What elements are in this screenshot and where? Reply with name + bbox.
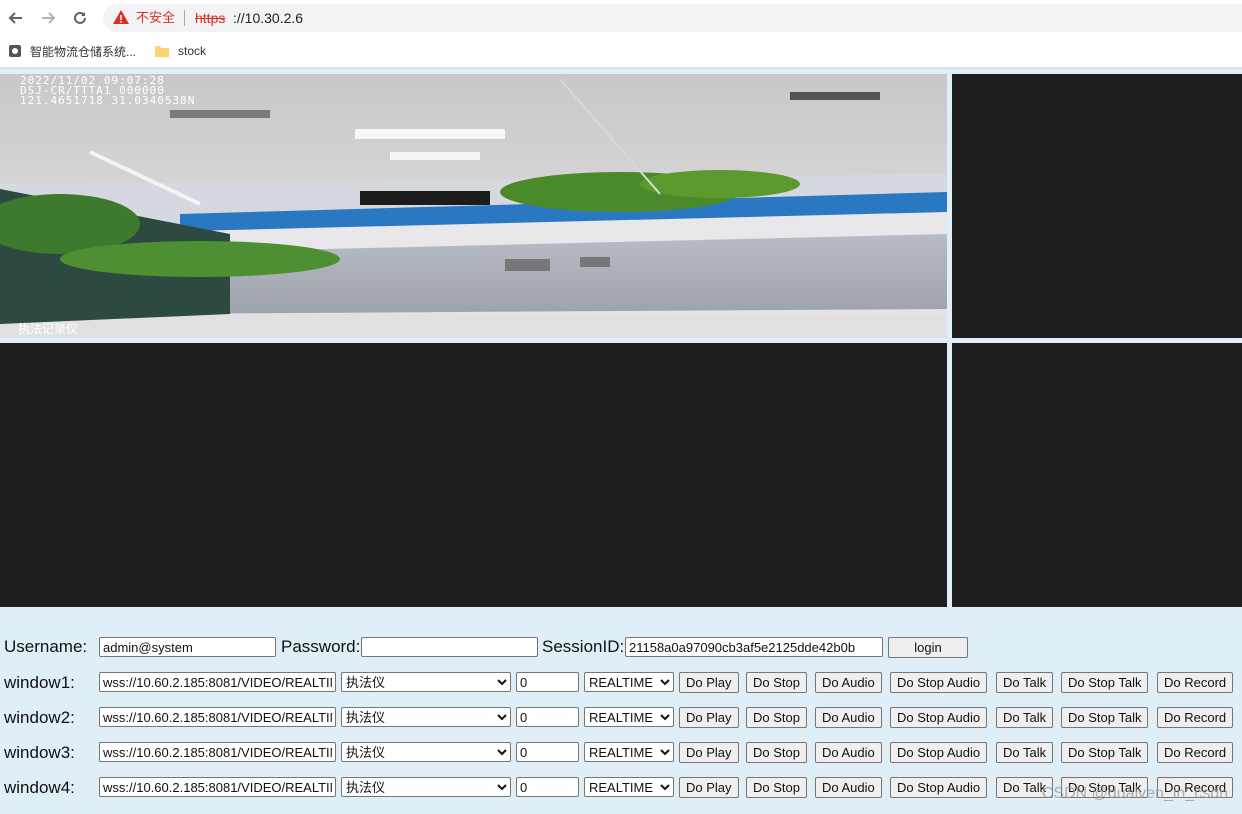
stream-url-input[interactable]	[99, 777, 336, 797]
window-row-label: window1:	[4, 673, 75, 692]
security-status[interactable]: 不安全	[136, 8, 175, 28]
osd-overlay: 2022/11/02 09:07:28 DSJ-CR/TTTA1 000000 …	[20, 75, 196, 107]
do-stop-button[interactable]: Do Stop	[746, 672, 807, 693]
folder-icon	[155, 45, 169, 57]
channel-input[interactable]	[516, 672, 579, 692]
do-stop-button[interactable]: Do Stop	[746, 707, 807, 728]
mode-select[interactable]: REALTIME	[584, 742, 674, 762]
reload-icon[interactable]	[66, 4, 94, 32]
do-play-button[interactable]: Do Play	[679, 707, 739, 728]
do-stop-audio-button[interactable]: Do Stop Audio	[890, 742, 988, 763]
video-frame	[0, 74, 947, 338]
osd-line: 121.4651718 31.0340538N	[20, 94, 196, 107]
channel-input[interactable]	[516, 707, 579, 727]
url-host[interactable]: ://10.30.2.6	[233, 8, 303, 28]
bookmark-folder[interactable]: stock	[155, 40, 206, 62]
window-row-label: window4:	[4, 778, 75, 797]
session-input[interactable]	[625, 637, 883, 657]
login-button[interactable]: login	[888, 637, 968, 658]
do-stop-audio-button[interactable]: Do Stop Audio	[890, 672, 988, 693]
warning-icon[interactable]	[112, 8, 132, 28]
window-row-label: window2:	[4, 708, 75, 727]
bookmark-label: 智能物流仓储系统...	[30, 44, 137, 59]
password-input[interactable]	[361, 637, 538, 657]
device-select[interactable]: 执法仪	[341, 742, 511, 762]
bookmark-item[interactable]: 智能物流仓储系统...	[8, 40, 136, 62]
device-select[interactable]: 执法仪	[341, 707, 511, 727]
do-record-button[interactable]: Do Record	[1157, 672, 1234, 693]
osd-device-label: 执法记录仪	[18, 322, 79, 336]
divider	[184, 10, 185, 26]
device-select[interactable]: 执法仪	[341, 777, 511, 797]
do-talk-button[interactable]: Do Talk	[996, 707, 1054, 728]
device-select[interactable]: 执法仪	[341, 672, 511, 692]
do-play-button[interactable]: Do Play	[679, 777, 739, 798]
stream-url-input[interactable]	[99, 742, 336, 762]
back-icon[interactable]	[2, 4, 30, 32]
mode-select[interactable]: REALTIME	[584, 672, 674, 692]
mode-select[interactable]: REALTIME	[584, 707, 674, 727]
forward-icon[interactable]	[34, 4, 62, 32]
do-stop-talk-button[interactable]: Do Stop Talk	[1061, 707, 1149, 728]
stream-url-input[interactable]	[99, 707, 336, 727]
stream-url-input[interactable]	[99, 672, 336, 692]
session-label: SessionID:	[542, 637, 625, 656]
do-audio-button[interactable]: Do Audio	[815, 742, 882, 763]
username-input[interactable]	[99, 637, 276, 657]
do-record-button[interactable]: Do Record	[1157, 707, 1234, 728]
do-stop-audio-button[interactable]: Do Stop Audio	[890, 707, 988, 728]
site-favicon-icon	[8, 44, 22, 58]
video-window-1[interactable]: 2022/11/02 09:07:28 DSJ-CR/TTTA1 000000 …	[0, 74, 947, 338]
do-play-button[interactable]: Do Play	[679, 742, 739, 763]
url-scheme[interactable]: https	[195, 8, 225, 28]
do-record-button[interactable]: Do Record	[1157, 742, 1234, 763]
do-stop-talk-button[interactable]: Do Stop Talk	[1061, 672, 1149, 693]
bookmark-label: stock	[178, 44, 207, 58]
do-audio-button[interactable]: Do Audio	[815, 707, 882, 728]
username-label: Username:	[4, 637, 88, 656]
channel-input[interactable]	[516, 777, 579, 797]
do-stop-audio-button[interactable]: Do Stop Audio	[890, 777, 988, 798]
do-talk-button[interactable]: Do Talk	[996, 672, 1054, 693]
mode-select[interactable]: REALTIME	[584, 777, 674, 797]
channel-input[interactable]	[516, 742, 579, 762]
watermark: CSDN @dualven_in_csdn	[1041, 785, 1228, 802]
do-stop-talk-button[interactable]: Do Stop Talk	[1061, 742, 1149, 763]
password-label: Password:	[281, 637, 361, 656]
do-stop-button[interactable]: Do Stop	[746, 777, 807, 798]
do-audio-button[interactable]: Do Audio	[815, 672, 882, 693]
video-window-2[interactable]	[952, 74, 1242, 338]
video-window-4[interactable]	[952, 343, 1242, 607]
do-audio-button[interactable]: Do Audio	[815, 777, 882, 798]
window-row-label: window3:	[4, 743, 75, 762]
video-window-3[interactable]	[0, 343, 947, 607]
do-play-button[interactable]: Do Play	[679, 672, 739, 693]
do-talk-button[interactable]: Do Talk	[996, 742, 1054, 763]
do-stop-button[interactable]: Do Stop	[746, 742, 807, 763]
